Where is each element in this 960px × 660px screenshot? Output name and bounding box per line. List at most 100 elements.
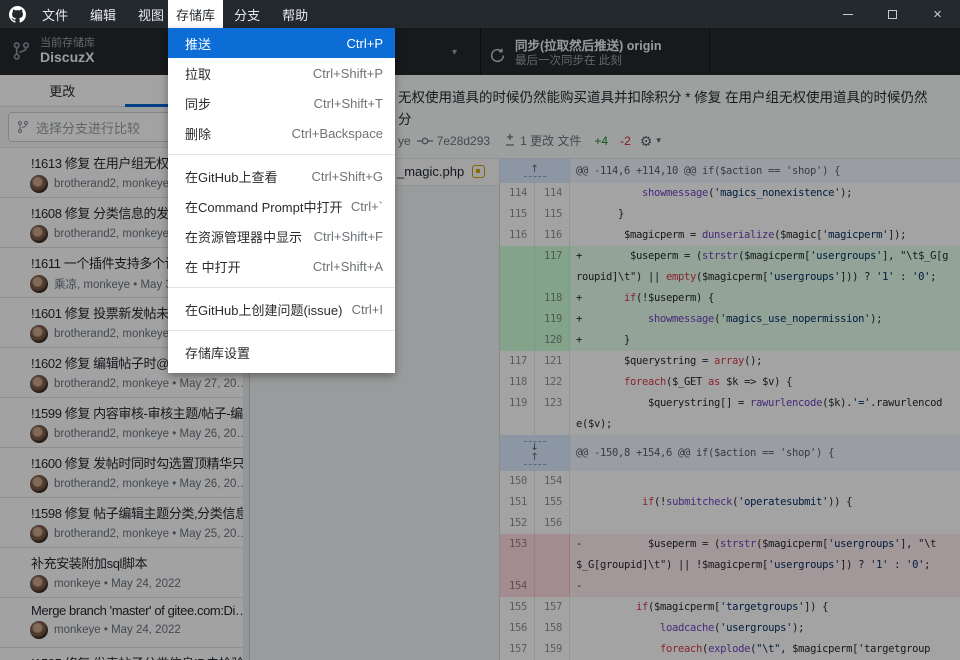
menu-item-shortcut: Ctrl+Shift+F [314, 229, 383, 244]
avatar [30, 621, 48, 639]
menu-item-shortcut: Ctrl+I [352, 302, 383, 317]
menu-item-label: 在 中打开 [185, 257, 241, 276]
diff-line: 117+ $useperm = (strstr($magicperm['user… [500, 246, 960, 267]
branch-icon [17, 120, 29, 134]
expand-hunk-button[interactable]: ↓↑ [500, 435, 570, 471]
menu-item-label: 在GitHub上创建问题(issue) [185, 300, 342, 319]
commit-meta: brotherand2, monkeye • May 25, 20… [31, 525, 239, 543]
new-line-number [535, 534, 570, 555]
menubar-item[interactable]: 分支 [223, 0, 271, 28]
commit-hash[interactable]: 7e28d293 [437, 134, 490, 148]
diff-code: $querystring[] = rawurlencode($k).'='.ra… [570, 393, 960, 414]
old-line-number: 118 [500, 372, 535, 393]
commit-author-date: monkeye • May 24, 2022 [54, 578, 181, 590]
menu-item[interactable]: 同步 Ctrl+Shift+T [168, 88, 395, 118]
gear-icon[interactable]: ⚙ [640, 134, 653, 148]
commit-list-item[interactable]: 补充安装附加sql脚本monkeye • May 24, 2022 [0, 548, 249, 598]
diff-line: roupid]\t") || empty($magicperm['usergro… [500, 267, 960, 288]
menu-item[interactable]: 删除Ctrl+Backspace [168, 118, 395, 148]
diff-code: loadcache('usergroups'); [570, 618, 960, 639]
commit-author-date: 乘凉, monkeye • May 30, [54, 276, 181, 292]
hunk-header: ↑@@ -114,6 +114,10 @@ if($action == 'sho… [500, 159, 960, 183]
commit-list-item[interactable]: !1599 修复 内容审核-审核主题/帖子-编…brotherand2, mon… [0, 398, 249, 448]
diff-line: 117121 $querystring = array(); [500, 351, 960, 372]
hunk-header-text: @@ -114,6 +114,10 @@ if($action == 'shop… [570, 159, 960, 183]
expand-hunk-button[interactable]: ↑ [500, 159, 570, 183]
new-line-number: 155 [535, 492, 570, 513]
diff-code: showmessage('magics_nonexistence'); [570, 183, 960, 204]
commit-list-item[interactable]: Merge branch 'master' of gitee.com:Di…mo… [0, 598, 249, 648]
diff-code: - $useperm = (strstr($magicperm['usergro… [570, 534, 960, 555]
commit-title: !1595 修复 发表帖子分类信息ID未检验 [31, 653, 247, 660]
commit-author-date: brotherand2, monkeye • [54, 178, 176, 190]
current-repo-name[interactable]: DiscuzX [40, 49, 94, 65]
old-line-number [500, 267, 535, 288]
gear-caret-icon[interactable]: ▾ [656, 135, 661, 146]
old-line-number: 156 [500, 618, 535, 639]
close-button[interactable]: × [915, 0, 960, 28]
menu-item-shortcut: Ctrl+Shift+A [313, 259, 383, 274]
menubar-item[interactable]: 存储库 [168, 0, 223, 28]
diff-code: - [570, 576, 960, 597]
new-line-number: 114 [535, 183, 570, 204]
commit-meta: brotherand2, monkeye • May 27, 20… [31, 375, 239, 393]
menu-item-shortcut: Ctrl+Shift+T [314, 96, 383, 111]
avatar [30, 275, 48, 293]
sync-icon [489, 47, 506, 64]
old-line-number: 157 [500, 639, 535, 660]
diff-line: e($v); [500, 414, 960, 435]
menu-item[interactable]: 在资源管理器中显示 Ctrl+Shift+F [168, 221, 395, 251]
diff-view: ↑@@ -114,6 +114,10 @@ if($action == 'sho… [500, 159, 960, 660]
diff-line: 114114 showmessage('magics_nonexistence'… [500, 183, 960, 204]
menu-item-label: 同步 [185, 94, 211, 113]
avatar [30, 175, 48, 193]
diff-line: 119123 $querystring[] = rawurlencode($k)… [500, 393, 960, 414]
minimize-button[interactable] [825, 0, 870, 28]
diff-code: + showmessage('magics_use_nopermission')… [570, 309, 960, 330]
menu-item[interactable]: 在Command Prompt中打开Ctrl+` [168, 191, 395, 221]
menu-item[interactable]: 在GitHub上创建问题(issue) Ctrl+I [168, 294, 395, 324]
commit-list-item[interactable]: !1595 修复 发表帖子分类信息ID未检验 [0, 648, 249, 660]
menu-item-shortcut: Ctrl+Backspace [292, 126, 383, 141]
old-line-number: 154 [500, 576, 535, 597]
diff-code: $_G[groupid]\t") || !$magicperm['usergro… [570, 555, 960, 576]
menu-item[interactable]: 在GitHub上查看Ctrl+Shift+G [168, 161, 395, 191]
old-line-number [500, 555, 535, 576]
menu-item-label: 拉取 [185, 64, 211, 83]
menubar-item[interactable]: 帮助 [271, 0, 319, 28]
diff-code: + } [570, 330, 960, 351]
new-line-number: 117 [535, 246, 570, 267]
menu-item[interactable]: 拉取Ctrl+Shift+P [168, 58, 395, 88]
menubar-item[interactable]: 编辑 [79, 0, 127, 28]
titlebar: 文件编辑视图存储库分支帮助 × [0, 0, 960, 28]
menu-separator [168, 330, 395, 331]
menubar-item[interactable]: 文件 [31, 0, 79, 28]
sidebar-tab[interactable]: 更改 [0, 75, 125, 106]
diff-line: 154 - [500, 576, 960, 597]
menu-item[interactable]: 推送Ctrl+P [168, 28, 395, 58]
commit-list-item[interactable]: !1598 修复 帖子编辑主题分类,分类信息I… brotherand2, mon… [0, 498, 249, 548]
branch-dropdown-caret[interactable]: ▾ [452, 47, 457, 58]
menu-item[interactable]: 在 中打开 Ctrl+Shift+A [168, 251, 395, 281]
toolbar: 当前存储库 DiscuzX ▾ 同步(拉取然后推送) origin 最后一次同步… [0, 28, 960, 75]
menu-item-label: 在GitHub上查看 [185, 167, 277, 186]
old-line-number: 152 [500, 513, 535, 534]
new-line-number: 154 [535, 471, 570, 492]
diff-code: $querystring = array(); [570, 351, 960, 372]
commit-author-date: brotherand2, monkeye • May 26, 20… [54, 478, 248, 490]
hunk-header: ↓↑@@ -150,8 +154,6 @@ if($action == 'sho… [500, 435, 960, 471]
new-line-number [535, 267, 570, 288]
diff-line: 118+ if(!$useperm) { [500, 288, 960, 309]
menu-item-label: 在资源管理器中显示 [185, 227, 302, 246]
diff-code [570, 471, 960, 492]
commit-list-item[interactable]: !1600 修复 发帖时同时勾选置顶精华只…brotherand2, monke… [0, 448, 249, 498]
old-line-number [500, 246, 535, 267]
diff-line: 157159 foreach(explode("\t", $magicperm[… [500, 639, 960, 660]
old-line-number [500, 414, 535, 435]
github-desktop-window: 文件编辑视图存储库分支帮助 × 当前存储库 DiscuzX ▾ 同步(拉取然后推… [0, 0, 960, 660]
commit-title: !1598 修复 帖子编辑主题分类,分类信息I… [31, 503, 247, 522]
maximize-button[interactable] [870, 0, 915, 28]
avatar [30, 325, 48, 343]
menu-item[interactable]: 存储库设置 [168, 337, 395, 367]
repo-icon [12, 41, 30, 61]
